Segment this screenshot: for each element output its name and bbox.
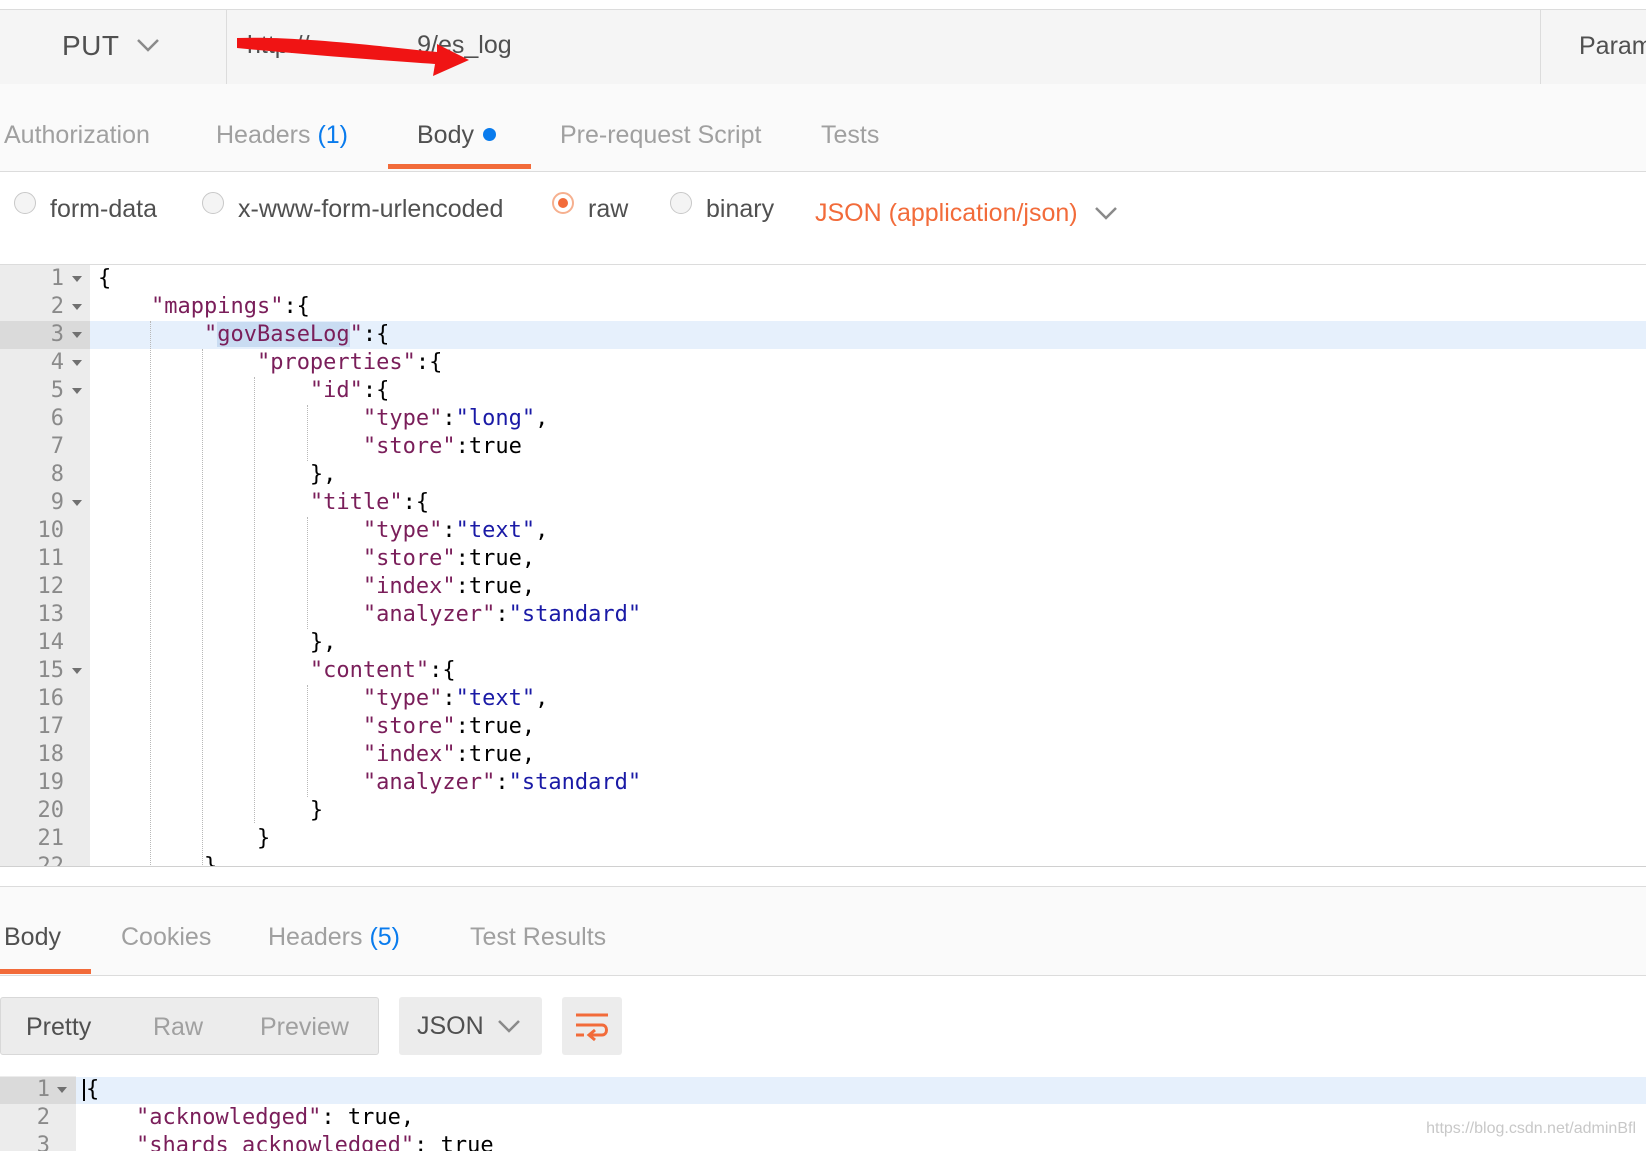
wrap-lines-button[interactable] xyxy=(562,997,622,1055)
url-input[interactable]: http://........9/es_log xyxy=(227,10,1540,84)
code-line: 4 "properties":{ xyxy=(50,350,443,375)
code-line: 6 "type":"long", xyxy=(50,406,549,431)
code-line: 20 } xyxy=(37,798,324,823)
radio-label-urlencoded: x-www-form-urlencoded xyxy=(238,195,504,223)
response-tab-test-results[interactable]: Test Results xyxy=(470,923,606,952)
active-tab-indicator xyxy=(0,969,91,974)
method-label: PUT xyxy=(62,30,120,61)
response-tab-headers[interactable]: Headers (5) xyxy=(268,923,400,952)
code-line: 3 "govBaseLog":{ xyxy=(50,322,390,347)
chevron-down-icon xyxy=(137,39,159,52)
request-body-editor[interactable]: 1{ 2 "mappings":{ 3 "govBaseLog":{ 4 "pr… xyxy=(0,265,1646,867)
view-raw-button[interactable]: Raw xyxy=(153,1013,203,1042)
code-line: 18 "index":true, xyxy=(37,742,536,767)
response-tab-cookies[interactable]: Cookies xyxy=(121,923,211,952)
view-pretty-button[interactable]: Pretty xyxy=(26,1013,91,1042)
fold-arrow-icon xyxy=(57,1087,67,1093)
response-body-viewer[interactable]: 1{ 2 "acknowledged": true, 3 "shards_ack… xyxy=(0,1076,1646,1151)
fold-arrow-icon xyxy=(72,388,82,394)
wrap-lines-icon xyxy=(576,1013,608,1042)
code-line: 10 "type":"text", xyxy=(37,518,549,543)
response-tab-body[interactable]: Body xyxy=(4,923,61,952)
code-line: 15 "content":{ xyxy=(37,658,456,683)
fold-arrow-icon xyxy=(72,360,82,366)
tab-authorization[interactable]: Authorization xyxy=(4,121,150,150)
fold-arrow-icon xyxy=(72,500,82,506)
radio-form-data[interactable] xyxy=(14,192,36,214)
radio-x-www-form-urlencoded[interactable] xyxy=(202,192,224,214)
code-line: 3 "shards_acknowledged": true xyxy=(36,1133,494,1151)
modified-dot-icon xyxy=(482,127,496,141)
response-toolbar: Pretty Raw Preview JSON xyxy=(0,976,1646,1075)
radio-label-form-data: form-data xyxy=(50,195,157,223)
redaction-arrow-icon xyxy=(237,37,469,76)
radio-label-raw: raw xyxy=(588,195,629,223)
code-line: 1{ xyxy=(36,1077,100,1102)
radio-label-binary: binary xyxy=(706,195,775,223)
tab-headers[interactable]: Headers (1) xyxy=(216,121,348,150)
params-button[interactable]: Params xyxy=(1540,10,1646,84)
body-type-row: form-data x-www-form-urlencoded raw bina… xyxy=(0,172,1646,265)
watermark: https://blog.csdn.net/adminBfl xyxy=(1426,1120,1636,1137)
code-line: 5 "id":{ xyxy=(50,378,390,403)
code-line: 19 "analyzer":"standard" xyxy=(37,770,642,795)
code-line: 7 "store":true xyxy=(50,434,522,459)
code-line: 16 "type":"text", xyxy=(37,686,549,711)
active-tab-indicator xyxy=(388,164,531,169)
code-line: 21 } xyxy=(37,826,271,851)
content-type-select[interactable]: JSON (application/json) xyxy=(815,199,1078,228)
editor-divider xyxy=(0,866,1646,867)
view-preview-button[interactable]: Preview xyxy=(260,1013,349,1042)
code-line: 17 "store":true, xyxy=(37,714,536,739)
code-line: 1{ xyxy=(50,266,112,291)
tab-tests[interactable]: Tests xyxy=(821,121,879,150)
code-line: 22 } xyxy=(37,854,218,867)
request-tabs: Authorization Headers (1) Body Pre-reque… xyxy=(0,84,1646,172)
radio-raw[interactable] xyxy=(552,192,574,214)
response-tabs: Body Cookies Headers (5) Test Results xyxy=(0,887,1646,976)
code-line: 2 "acknowledged": true, xyxy=(36,1105,415,1130)
fold-arrow-icon xyxy=(72,332,82,338)
text-caret xyxy=(83,1079,85,1101)
code-line: 12 "index":true, xyxy=(37,574,536,599)
code-line: 14 }, xyxy=(37,630,337,655)
code-line: 13 "analyzer":"standard" xyxy=(37,602,642,627)
fold-arrow-icon xyxy=(72,304,82,310)
fold-arrow-icon xyxy=(72,276,82,282)
method-select[interactable]: PUT xyxy=(0,10,227,84)
chevron-down-icon[interactable] xyxy=(1094,206,1118,220)
response-format-select[interactable]: JSON xyxy=(399,997,542,1055)
tab-body[interactable]: Body xyxy=(417,121,496,150)
code-line: 9 "title":{ xyxy=(50,490,430,515)
request-url-bar: PUT http://........9/es_log Params xyxy=(0,9,1646,85)
code-line: 2 "mappings":{ xyxy=(50,294,310,319)
fold-arrow-icon xyxy=(72,668,82,674)
code-line: 11 "store":true, xyxy=(37,546,536,571)
code-line: 8 }, xyxy=(50,462,337,487)
view-mode-switch: Pretty Raw Preview xyxy=(0,997,379,1055)
chevron-down-icon xyxy=(498,1020,520,1033)
tab-pre-request-script[interactable]: Pre-request Script xyxy=(560,121,761,150)
radio-binary[interactable] xyxy=(670,192,692,214)
